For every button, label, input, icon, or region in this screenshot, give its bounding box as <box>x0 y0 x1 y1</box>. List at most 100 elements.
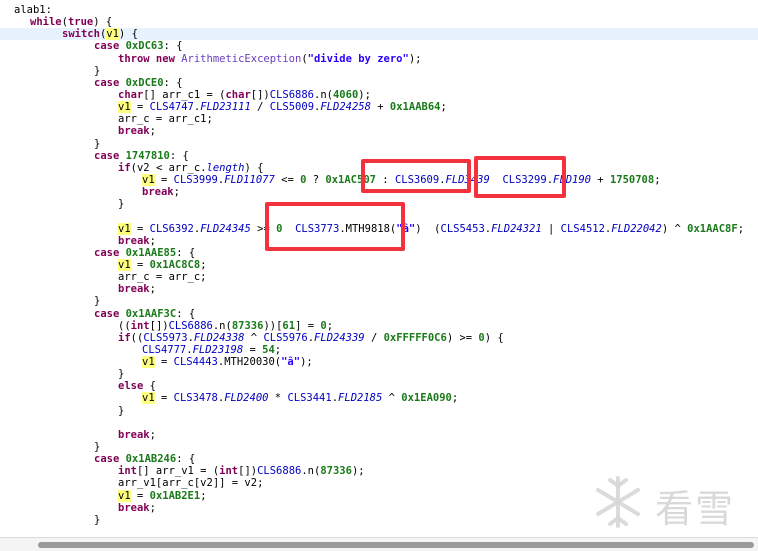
code-token: + <box>590 173 610 186</box>
code-token: ) { <box>93 16 113 29</box>
code-token: 87336 <box>320 465 352 478</box>
code-token: ; <box>149 234 156 247</box>
code-token: FLD11077 <box>224 173 275 186</box>
code-line: char[] arr_c1 = (char[])CLS6886.n(4060); <box>0 89 758 101</box>
code-token: ] = <box>295 319 321 332</box>
code-token: case <box>94 246 126 259</box>
code-token: CLS5976 <box>263 331 308 344</box>
code-line: v1 = CLS3478.FLD2400 * CLS3441.FLD2185 ^… <box>0 392 758 405</box>
code-line: case 0xDC63: { <box>0 40 758 52</box>
code-token: : { <box>169 149 189 162</box>
code-token: FLD2185 <box>338 392 383 405</box>
code-token: FLD24339 <box>314 331 365 344</box>
code-token: 0x1AB2E1 <box>149 489 201 502</box>
code-line: } <box>0 65 758 77</box>
code-token: <= <box>274 173 301 186</box>
code-token: break <box>118 283 150 296</box>
code-token: CLS4443 <box>173 356 218 369</box>
code-token: case <box>94 76 126 89</box>
code-token: = <box>130 258 150 271</box>
code-token: 0xDCE0 <box>125 76 164 89</box>
code-token: ^ <box>382 392 402 405</box>
code-token: CLS3478 <box>173 392 218 405</box>
code-token: ; <box>326 319 334 332</box>
code-token: ? <box>306 173 326 186</box>
code-line: case 0x1AB246: { <box>0 453 758 465</box>
code-token: break <box>118 428 150 441</box>
code-token: 1750708 <box>609 173 655 186</box>
code-token: ; <box>451 392 459 405</box>
code-token: v1 <box>118 258 131 271</box>
code-token: ); <box>358 88 371 101</box>
code-token: CLS6392 <box>149 222 194 235</box>
code-token: if <box>118 331 131 344</box>
code-token: "divide by zero" <box>307 52 409 65</box>
code-token: : { <box>163 40 183 53</box>
code-token: case <box>94 453 126 466</box>
code-line: switch(v1) { <box>0 28 758 41</box>
code-line: } <box>0 138 758 150</box>
code-token: true <box>67 16 94 29</box>
code-token: 54 <box>262 343 275 356</box>
code-token: FLD22042 <box>611 222 662 235</box>
code-token: ) ( <box>415 222 441 235</box>
code-token: .n( <box>301 465 321 478</box>
code-token: CLS6886 <box>257 465 302 478</box>
code-line: else { <box>0 380 758 392</box>
annotation-box-cls3609 <box>361 159 471 193</box>
watermark-text: 看雪 <box>655 487 736 531</box>
code-token: ; <box>654 173 661 186</box>
code-line: case 0xDCE0: { <box>0 77 758 89</box>
code-token: ; <box>149 428 156 441</box>
annotation-box-cls3299 <box>474 156 566 198</box>
code-token: alab1: <box>14 4 52 16</box>
code-line: v1 = CLS4443.MTH20030("ȃ"); <box>0 356 758 369</box>
code-token: CLS6886 <box>269 88 315 101</box>
code-token: if <box>118 161 131 174</box>
code-token: * <box>268 392 288 405</box>
code-token: CLS5009 <box>269 101 315 114</box>
code-token: CLS3441 <box>287 392 332 405</box>
code-token: CLS5453 <box>440 222 485 235</box>
horizontal-scrollbar[interactable] <box>0 537 758 551</box>
code-token: v1 <box>142 173 155 186</box>
code-token: } <box>94 64 101 77</box>
code-token: } <box>94 295 101 308</box>
code-token: "ȃ" <box>281 356 301 369</box>
code-token: .n( <box>212 319 232 332</box>
code-token: ; <box>149 501 156 514</box>
code-token: 0x1AAF3C <box>125 307 177 320</box>
code-token: ); <box>351 465 365 478</box>
code-token: } <box>118 198 125 211</box>
code-line: } <box>0 295 758 307</box>
scrollbar-thumb[interactable] <box>38 542 754 548</box>
code-token: ; <box>200 489 207 502</box>
code-token: ) >= <box>446 331 479 344</box>
code-token: while <box>30 16 62 29</box>
code-token: v1 <box>142 392 155 405</box>
code-line: CLS4777.FLD23198 = 54; <box>0 344 758 356</box>
code-token: FLD23198 <box>192 343 244 356</box>
code-token: .MTH20030( <box>217 356 282 369</box>
code-token: int <box>130 319 150 332</box>
code-token: int <box>118 465 137 478</box>
code-line: break; <box>0 283 758 295</box>
code-token: arr_v1[arr_c[v2]] = v2; <box>118 477 264 490</box>
code-token: : { <box>176 307 196 320</box>
code-token: ); <box>408 52 422 65</box>
code-token: (( <box>130 331 144 344</box>
code-token: v1 <box>106 28 119 41</box>
code-line: } <box>0 441 758 453</box>
code-token: : { <box>176 246 196 259</box>
code-token: } <box>94 441 101 454</box>
code-line: case 0x1AAF3C: { <box>0 308 758 320</box>
code-token: + <box>370 101 390 114</box>
code-token: ; <box>440 101 447 114</box>
code-token: = <box>130 101 150 114</box>
code-token: CLS4777 <box>142 343 187 356</box>
code-editor[interactable]: alab1: while(true) {switch(v1) {case 0xDC… <box>0 0 758 537</box>
code-token: [] arr_c1 = ( <box>143 88 226 101</box>
code-token: v1 <box>118 489 131 502</box>
code-token: case <box>94 149 126 162</box>
code-token: = <box>130 489 150 502</box>
